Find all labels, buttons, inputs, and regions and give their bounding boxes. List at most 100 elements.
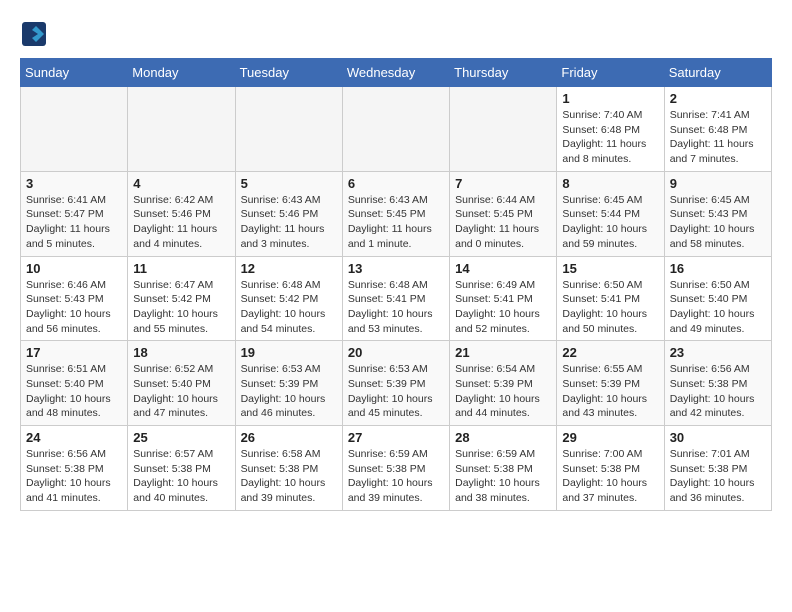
day-number: 29 [562,430,658,445]
day-info: Sunrise: 6:54 AM Sunset: 5:39 PM Dayligh… [455,362,551,421]
weekday-header-thursday: Thursday [450,59,557,87]
day-info: Sunrise: 6:49 AM Sunset: 5:41 PM Dayligh… [455,278,551,337]
calendar-cell: 20Sunrise: 6:53 AM Sunset: 5:39 PM Dayli… [342,341,449,426]
calendar-cell [450,87,557,172]
calendar-week-2: 3 Sunrise: 6:41 AM Sunset: 5:47 PM Daylig… [21,171,772,256]
calendar-cell [342,87,449,172]
day-number: 19 [241,345,337,360]
day-number: 13 [348,261,444,276]
calendar-cell: 5 Sunrise: 6:43 AM Sunset: 5:46 PM Daylig… [235,171,342,256]
day-number: 11 [133,261,229,276]
day-info: Sunrise: 6:42 AM Sunset: 5:46 PM Dayligh… [133,193,229,252]
calendar-cell: 22Sunrise: 6:55 AM Sunset: 5:39 PM Dayli… [557,341,664,426]
calendar-cell: 24 Sunrise: 6:56 AM Sunset: 5:38 PM Dayli… [21,426,128,511]
calendar-cell: 18Sunrise: 6:52 AM Sunset: 5:40 PM Dayli… [128,341,235,426]
calendar-cell: 4Sunrise: 6:42 AM Sunset: 5:46 PM Daylig… [128,171,235,256]
day-info: Sunrise: 6:57 AM Sunset: 5:38 PM Dayligh… [133,447,229,506]
day-info: Sunrise: 6:46 AM Sunset: 5:43 PM Dayligh… [26,278,122,337]
day-number: 28 [455,430,551,445]
calendar-cell: 10 Sunrise: 6:46 AM Sunset: 5:43 PM Dayli… [21,256,128,341]
calendar-cell: 30Sunrise: 7:01 AM Sunset: 5:38 PM Dayli… [664,426,771,511]
day-info: Sunrise: 6:51 AM Sunset: 5:40 PM Dayligh… [26,362,122,421]
day-number: 1 [562,91,658,106]
calendar-cell: 2 Sunrise: 7:41 AM Sunset: 6:48 PM Daylig… [664,87,771,172]
calendar-cell: 9Sunrise: 6:45 AM Sunset: 5:43 PM Daylig… [664,171,771,256]
day-info: Sunrise: 6:53 AM Sunset: 5:39 PM Dayligh… [348,362,444,421]
day-info: Sunrise: 6:50 AM Sunset: 5:41 PM Dayligh… [562,278,658,337]
day-number: 21 [455,345,551,360]
day-number: 12 [241,261,337,276]
day-number: 24 [26,430,122,445]
calendar-cell [235,87,342,172]
day-number: 16 [670,261,766,276]
calendar-cell: 12 Sunrise: 6:48 AM Sunset: 5:42 PM Dayli… [235,256,342,341]
day-number: 3 [26,176,122,191]
day-number: 30 [670,430,766,445]
calendar-cell: 15 Sunrise: 6:50 AM Sunset: 5:41 PM Dayli… [557,256,664,341]
logo-icon [20,20,48,48]
calendar-cell: 6 Sunrise: 6:43 AM Sunset: 5:45 PM Daylig… [342,171,449,256]
day-number: 27 [348,430,444,445]
day-info: Sunrise: 6:56 AM Sunset: 5:38 PM Dayligh… [670,362,766,421]
day-info: Sunrise: 7:41 AM Sunset: 6:48 PM Dayligh… [670,108,766,167]
day-info: Sunrise: 6:43 AM Sunset: 5:46 PM Dayligh… [241,193,337,252]
calendar-table: SundayMondayTuesdayWednesdayThursdayFrid… [20,58,772,511]
day-number: 25 [133,430,229,445]
calendar-cell: 17 Sunrise: 6:51 AM Sunset: 5:40 PM Dayli… [21,341,128,426]
day-number: 5 [241,176,337,191]
page-header [20,20,772,48]
day-number: 23 [670,345,766,360]
calendar-cell: 25 Sunrise: 6:57 AM Sunset: 5:38 PM Dayli… [128,426,235,511]
day-number: 9 [670,176,766,191]
day-number: 8 [562,176,658,191]
day-info: Sunrise: 6:59 AM Sunset: 5:38 PM Dayligh… [348,447,444,506]
day-info: Sunrise: 6:53 AM Sunset: 5:39 PM Dayligh… [241,362,337,421]
calendar-cell: 1Sunrise: 7:40 AM Sunset: 6:48 PM Daylig… [557,87,664,172]
calendar-cell [21,87,128,172]
day-info: Sunrise: 6:48 AM Sunset: 5:42 PM Dayligh… [241,278,337,337]
calendar-cell: 23 Sunrise: 6:56 AM Sunset: 5:38 PM Dayli… [664,341,771,426]
day-info: Sunrise: 6:56 AM Sunset: 5:38 PM Dayligh… [26,447,122,506]
calendar-cell: 27 Sunrise: 6:59 AM Sunset: 5:38 PM Dayli… [342,426,449,511]
calendar-week-5: 24 Sunrise: 6:56 AM Sunset: 5:38 PM Dayli… [21,426,772,511]
day-number: 6 [348,176,444,191]
calendar-cell: 13 Sunrise: 6:48 AM Sunset: 5:41 PM Dayli… [342,256,449,341]
calendar-week-3: 10 Sunrise: 6:46 AM Sunset: 5:43 PM Dayli… [21,256,772,341]
weekday-header-sunday: Sunday [21,59,128,87]
calendar-cell: 29 Sunrise: 7:00 AM Sunset: 5:38 PM Dayli… [557,426,664,511]
calendar-cell: 16 Sunrise: 6:50 AM Sunset: 5:40 PM Dayli… [664,256,771,341]
day-number: 2 [670,91,766,106]
calendar-cell: 8 Sunrise: 6:45 AM Sunset: 5:44 PM Daylig… [557,171,664,256]
calendar-cell: 11 Sunrise: 6:47 AM Sunset: 5:42 PM Dayli… [128,256,235,341]
day-info: Sunrise: 6:48 AM Sunset: 5:41 PM Dayligh… [348,278,444,337]
calendar-cell: 14Sunrise: 6:49 AM Sunset: 5:41 PM Dayli… [450,256,557,341]
calendar-week-1: 1Sunrise: 7:40 AM Sunset: 6:48 PM Daylig… [21,87,772,172]
day-number: 17 [26,345,122,360]
weekday-header-friday: Friday [557,59,664,87]
day-number: 26 [241,430,337,445]
weekday-header-wednesday: Wednesday [342,59,449,87]
day-number: 10 [26,261,122,276]
calendar-cell: 28 Sunrise: 6:59 AM Sunset: 5:38 PM Dayli… [450,426,557,511]
day-info: Sunrise: 6:50 AM Sunset: 5:40 PM Dayligh… [670,278,766,337]
calendar-week-4: 17 Sunrise: 6:51 AM Sunset: 5:40 PM Dayli… [21,341,772,426]
calendar-cell: 3 Sunrise: 6:41 AM Sunset: 5:47 PM Daylig… [21,171,128,256]
calendar-header-row: SundayMondayTuesdayWednesdayThursdayFrid… [21,59,772,87]
day-number: 15 [562,261,658,276]
day-info: Sunrise: 6:55 AM Sunset: 5:39 PM Dayligh… [562,362,658,421]
day-info: Sunrise: 6:59 AM Sunset: 5:38 PM Dayligh… [455,447,551,506]
weekday-header-saturday: Saturday [664,59,771,87]
day-info: Sunrise: 6:41 AM Sunset: 5:47 PM Dayligh… [26,193,122,252]
day-info: Sunrise: 6:45 AM Sunset: 5:44 PM Dayligh… [562,193,658,252]
logo [20,20,52,48]
weekday-header-tuesday: Tuesday [235,59,342,87]
day-number: 7 [455,176,551,191]
calendar-cell: 26 Sunrise: 6:58 AM Sunset: 5:38 PM Dayli… [235,426,342,511]
calendar-cell: 21 Sunrise: 6:54 AM Sunset: 5:39 PM Dayli… [450,341,557,426]
day-info: Sunrise: 6:52 AM Sunset: 5:40 PM Dayligh… [133,362,229,421]
day-info: Sunrise: 7:00 AM Sunset: 5:38 PM Dayligh… [562,447,658,506]
day-info: Sunrise: 6:58 AM Sunset: 5:38 PM Dayligh… [241,447,337,506]
weekday-header-monday: Monday [128,59,235,87]
day-info: Sunrise: 6:47 AM Sunset: 5:42 PM Dayligh… [133,278,229,337]
day-info: Sunrise: 6:43 AM Sunset: 5:45 PM Dayligh… [348,193,444,252]
